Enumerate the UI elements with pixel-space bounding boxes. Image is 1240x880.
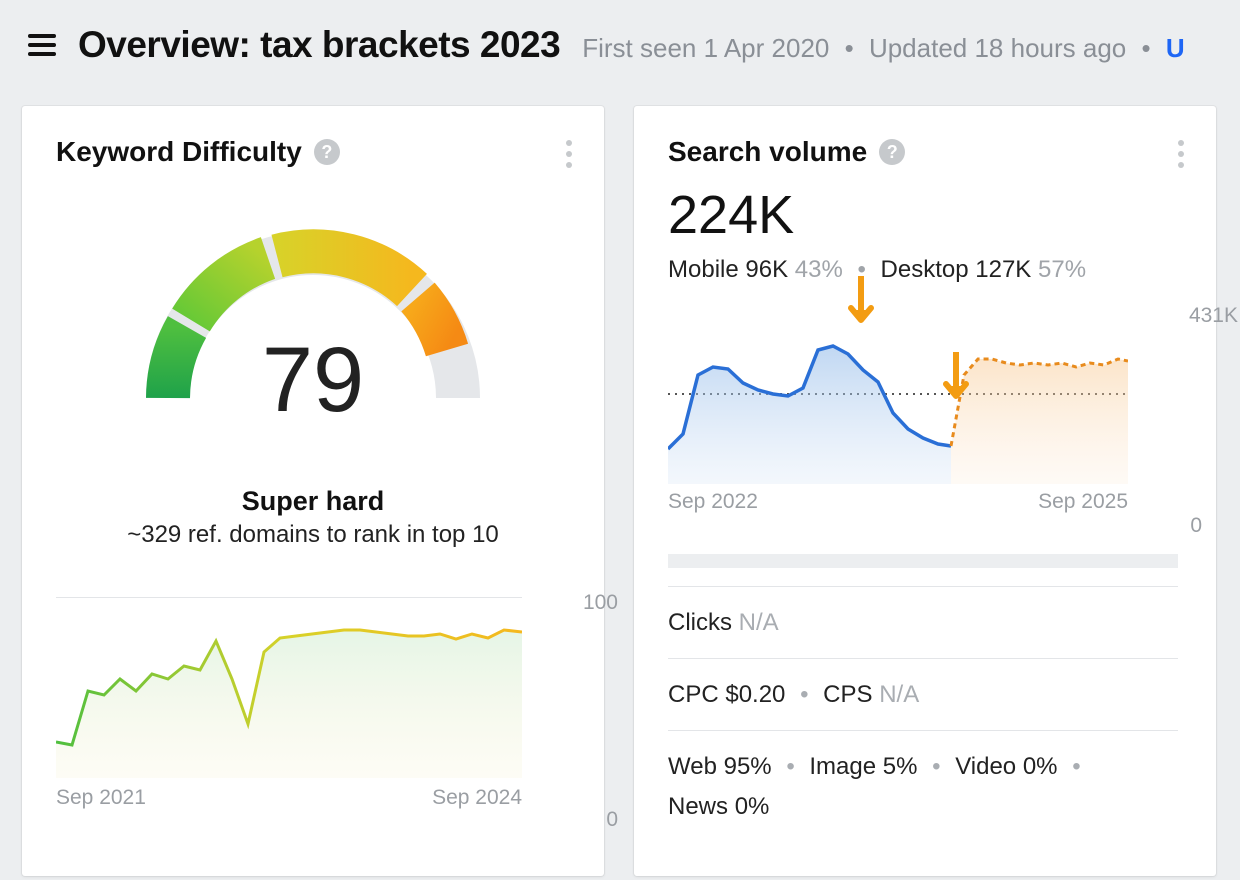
kd-trend-chart <box>56 598 522 778</box>
country-link[interactable]: U <box>1166 33 1185 63</box>
kd-subtext: ~329 ref. domains to rank in top 10 <box>127 521 499 549</box>
sv-trend-chart <box>668 304 1128 484</box>
page-title-row: Overview: tax brackets 2023 First seen 1… <box>78 24 1185 66</box>
menu-icon[interactable] <box>28 34 56 56</box>
kebab-menu-icon[interactable] <box>1174 136 1188 172</box>
page-title: Overview: tax brackets 2023 <box>78 24 560 66</box>
help-icon[interactable]: ? <box>314 139 340 165</box>
sv-y-top: 431K <box>1189 304 1238 328</box>
arrow-down-icon <box>943 352 969 408</box>
sv-title: Search volume <box>668 136 867 168</box>
sv-x-right: Sep 2025 <box>1038 490 1128 514</box>
kd-title: Keyword Difficulty <box>56 136 302 168</box>
kd-x-right: Sep 2024 <box>432 786 522 810</box>
kd-y-top: 100 <box>583 591 618 615</box>
keyword-difficulty-card: Keyword Difficulty ? <box>22 106 604 876</box>
kd-y-bot: 0 <box>606 808 618 832</box>
kebab-menu-icon[interactable] <box>562 136 576 172</box>
kd-x-left: Sep 2021 <box>56 786 146 810</box>
kd-score: 79 <box>138 328 488 433</box>
sv-breakdown: Mobile 96K 43% • Desktop 127K 57% <box>668 256 1182 284</box>
sv-x-left: Sep 2022 <box>668 490 758 514</box>
serp-features-row: Web 95% • Image 5% • Video 0% • News 0% <box>668 730 1178 843</box>
search-volume-card: Search volume ? 224K Mobile 96K 43% • De… <box>634 106 1216 876</box>
arrow-down-icon <box>848 276 874 332</box>
page-meta: First seen 1 Apr 2020 • Updated 18 hours… <box>582 33 1184 64</box>
cpc-row: CPC $0.20 • CPS N/A <box>668 658 1178 730</box>
help-icon[interactable]: ? <box>879 139 905 165</box>
kd-label: Super hard <box>242 486 385 517</box>
clicks-row: Clicks N/A <box>668 586 1178 658</box>
kd-gauge: 79 <box>138 208 488 408</box>
sv-y-bot: 0 <box>1190 514 1202 538</box>
sv-total: 224K <box>668 184 1182 246</box>
distribution-bar <box>668 554 1178 568</box>
